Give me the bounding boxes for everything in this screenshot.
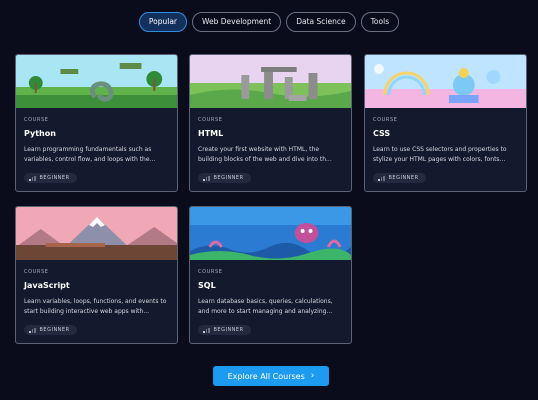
tab-web-development[interactable]: Web Development <box>192 12 282 32</box>
course-description: Learn programming fundamentals such as v… <box>24 146 156 163</box>
tab-popular[interactable]: Popular <box>138 12 188 32</box>
sql-course-illustration <box>190 207 351 260</box>
javascript-course-illustration <box>16 207 177 260</box>
level-label: BEGINNER <box>39 327 70 333</box>
level-label: BEGINNER <box>213 175 244 181</box>
course-description: Learn to use CSS selectors and propertie… <box>373 146 507 163</box>
course-eyebrow: COURSE <box>198 117 223 123</box>
signal-bars-icon <box>203 175 210 181</box>
course-eyebrow: COURSE <box>24 269 49 275</box>
html-course-illustration <box>190 55 351 108</box>
signal-bars-icon <box>203 327 210 333</box>
course-description: Learn database basics, queries, calculat… <box>198 298 333 315</box>
course-eyebrow: COURSE <box>198 269 223 275</box>
course-title: SQL <box>198 281 216 290</box>
explore-all-courses-label: Explore All Courses <box>227 371 305 381</box>
level-badge: BEGINNER <box>198 173 251 183</box>
signal-bars-icon <box>378 175 385 181</box>
category-tabs: Popular Web Development Data Science Too… <box>0 12 538 32</box>
level-label: BEGINNER <box>39 175 70 181</box>
chevron-right-icon: › <box>310 371 315 381</box>
level-badge: BEGINNER <box>198 325 251 335</box>
course-title: Python <box>24 129 56 138</box>
course-card-html[interactable]: COURSE HTML Create your first website wi… <box>189 54 352 192</box>
course-description: Create your first website with HTML, the… <box>198 146 332 163</box>
course-eyebrow: COURSE <box>24 117 49 123</box>
course-card-python[interactable]: COURSE Python Learn programming fundamen… <box>15 54 178 192</box>
level-badge: BEGINNER <box>24 325 77 335</box>
course-title: JavaScript <box>24 281 70 290</box>
level-badge: BEGINNER <box>373 173 426 183</box>
course-card-sql[interactable]: COURSE SQL Learn database basics, querie… <box>189 206 352 344</box>
signal-bars-icon <box>29 327 36 333</box>
css-course-illustration <box>365 55 526 108</box>
signal-bars-icon <box>29 175 36 181</box>
course-card-css[interactable]: COURSE CSS Learn to use CSS selectors an… <box>364 54 527 192</box>
course-description: Learn variables, loops, functions, and e… <box>24 298 167 315</box>
tab-tools[interactable]: Tools <box>360 12 400 32</box>
course-card-javascript[interactable]: COURSE JavaScript Learn variables, loops… <box>15 206 178 344</box>
course-eyebrow: COURSE <box>373 117 398 123</box>
explore-all-courses-button[interactable]: Explore All Courses › <box>213 366 329 386</box>
tab-data-science[interactable]: Data Science <box>286 12 356 32</box>
course-title: CSS <box>373 129 391 138</box>
course-title: HTML <box>198 129 224 138</box>
level-label: BEGINNER <box>388 175 419 181</box>
level-badge: BEGINNER <box>24 173 77 183</box>
level-label: BEGINNER <box>213 327 244 333</box>
python-course-illustration <box>16 55 177 108</box>
